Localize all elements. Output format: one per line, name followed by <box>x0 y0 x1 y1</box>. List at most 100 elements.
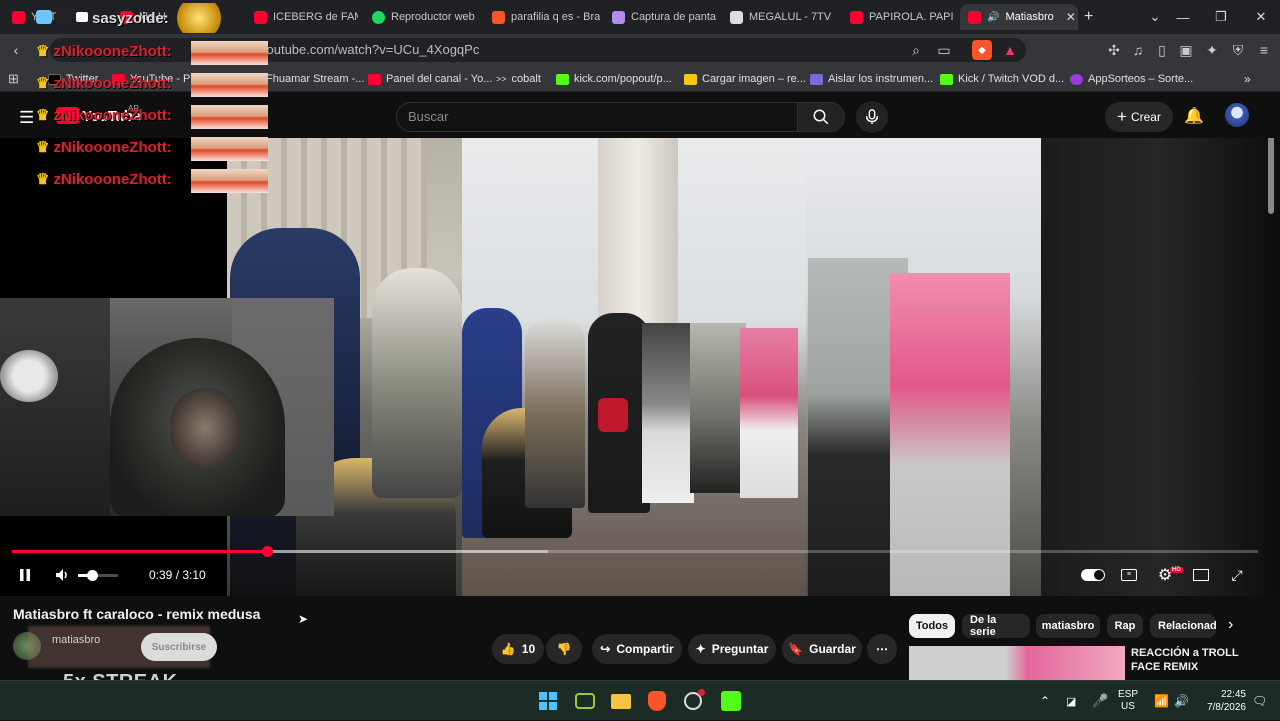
music-icon[interactable]: ♫ <box>1128 40 1148 60</box>
recommended-thumbnail[interactable] <box>909 646 1125 680</box>
restore-button[interactable]: ❐ <box>1202 0 1240 34</box>
recommended-title[interactable]: REACCIÓN a TROLL FACE REMIX <box>1131 646 1261 674</box>
channel-name[interactable]: matiasbro <box>52 634 100 646</box>
youtube-icon <box>850 10 863 24</box>
emote-icon <box>56 6 72 26</box>
dislike-button[interactable]: 👎 <box>546 634 582 664</box>
close-window-button[interactable]: ✕ <box>1242 0 1280 34</box>
tab-matiasbro[interactable]: 🔊 Matiasbro ✕ <box>960 4 1078 30</box>
bookmark-aislar[interactable]: Aislar los instrumen... <box>810 70 933 88</box>
theater-mode-button[interactable] <box>1190 564 1212 586</box>
create-button[interactable]: + Crear <box>1105 102 1173 132</box>
language-indicator[interactable]: ESP US <box>1118 681 1138 721</box>
voice-search-button[interactable] <box>856 101 888 133</box>
tab-megalul[interactable]: MEGALUL - 7TV <box>722 4 838 30</box>
microphone-tray-icon[interactable]: 🎤 <box>1092 681 1108 721</box>
person-figure <box>642 323 694 503</box>
cast-icon[interactable]: ▭ <box>934 40 954 60</box>
badge-icon <box>36 10 52 24</box>
tray-app-icon[interactable]: ◪ <box>1066 681 1076 721</box>
minimize-button[interactable]: — <box>1164 0 1202 34</box>
fullscreen-button[interactable]: ⤢ <box>1226 564 1248 586</box>
bookmark-cobalt[interactable]: >> cobalt <box>496 70 541 88</box>
hamburger-menu-icon[interactable]: ☰ <box>19 108 34 128</box>
windows-taskbar: ⌃ ◪ 🎤 ESP US 📶 🔊 22:45 7/8/2026 🗨 <box>0 680 1280 720</box>
7tv-icon <box>730 10 743 24</box>
speaker-icon: 🔊 <box>987 11 1000 23</box>
volume-knob[interactable] <box>87 570 98 581</box>
file-explorer-icon[interactable] <box>609 689 633 713</box>
notification-center-icon[interactable]: 🗨 <box>1252 681 1267 721</box>
bookmark-fhuamar[interactable]: Fhuamar Stream -... <box>266 70 364 88</box>
mute-button[interactable] <box>52 564 72 586</box>
pause-button[interactable] <box>14 564 36 586</box>
youtube-icon <box>968 10 981 24</box>
chip-series[interactable]: De la serie <box>962 614 1030 638</box>
time-display: 0:39 / 3:10 <box>149 568 206 582</box>
gallery-app-icon[interactable] <box>573 689 597 713</box>
vpn-icon[interactable]: ⛨ <box>1228 40 1248 60</box>
volume-slider[interactable] <box>78 570 118 581</box>
notifications-bell-icon[interactable]: 🔔 <box>1184 106 1204 126</box>
sidebar-icon[interactable]: ▯ <box>1152 40 1172 60</box>
wifi-icon[interactable]: 📶 <box>1154 681 1169 721</box>
tab-papirola[interactable]: PAPIROLA. PAPIR <box>842 4 954 30</box>
chevron-right-icon[interactable]: › <box>1228 616 1233 634</box>
clock[interactable]: 22:45 7/8/2026 <box>1202 681 1246 721</box>
wallet-icon[interactable]: ▣ <box>1176 40 1196 60</box>
extensions-icon[interactable]: ✣ <box>1104 40 1124 60</box>
save-button[interactable]: 🔖 Guardar <box>782 634 862 664</box>
chip-related[interactable]: Relacionado <box>1150 614 1216 638</box>
autoplay-toggle[interactable] <box>1080 564 1106 586</box>
crown-icon: ♛ <box>36 107 50 124</box>
more-actions-button[interactable]: ⋯ <box>867 634 897 664</box>
zoom-icon[interactable]: ⌕ <box>906 40 926 60</box>
bookmark-cargar-imagen[interactable]: Cargar imagen – re... <box>684 70 806 88</box>
bookmark-appsorteos[interactable]: AppSorteos – Sorte... <box>1070 70 1193 88</box>
thumbs-down-icon: 👎 <box>556 642 572 656</box>
apps-icon[interactable]: ⊞ <box>8 70 19 88</box>
brave-browser-icon[interactable] <box>645 689 669 713</box>
tab-parafilia[interactable]: parafilia q es - Bra <box>484 4 600 30</box>
app-icon[interactable] <box>681 689 705 713</box>
tab-iceberg[interactable]: ICEBERG de FAMO <box>246 4 358 30</box>
avatar[interactable] <box>1225 103 1249 127</box>
scrollbar-thumb[interactable] <box>1268 138 1274 214</box>
brave-shields-icon[interactable]: ◆ <box>972 40 992 60</box>
share-button[interactable]: ↪ Compartir <box>592 634 682 664</box>
leo-ai-icon[interactable]: ✦ <box>1202 40 1222 60</box>
kick-app-icon[interactable] <box>719 689 743 713</box>
more-icon: ⋯ <box>876 642 888 656</box>
progress-fill <box>12 550 268 553</box>
search-input[interactable]: Buscar <box>396 102 798 132</box>
chat-emote-image <box>191 137 268 161</box>
chip-rap[interactable]: Rap <box>1107 614 1143 638</box>
chat-emote-image <box>191 73 268 97</box>
ask-button[interactable]: ✦ Preguntar <box>688 634 776 664</box>
menu-icon[interactable]: ≡ <box>1254 40 1274 60</box>
chip-all[interactable]: Todos <box>909 614 955 638</box>
subtitles-button[interactable]: ≡ <box>1118 564 1140 586</box>
image-upload-icon <box>684 73 697 85</box>
brave-rewards-icon[interactable]: ▲ <box>1000 40 1020 60</box>
speaker-tray-icon[interactable]: 🔊 <box>1174 681 1189 721</box>
more-bookmarks-icon[interactable]: » <box>1244 70 1251 88</box>
bookmark-panel-canal[interactable]: Panel del canal - Yo... <box>368 70 492 88</box>
tab-captura[interactable]: Captura de panta <box>604 4 716 30</box>
tab-spotify[interactable]: Reproductor web <box>364 4 480 30</box>
show-hidden-icons[interactable]: ⌃ <box>1040 681 1050 721</box>
search-button[interactable] <box>797 102 845 132</box>
thumbs-up-icon: 👍 <box>500 642 516 656</box>
back-icon[interactable]: ‹ <box>6 40 26 60</box>
windows-logo-icon <box>539 692 557 710</box>
sparkle-icon: ✦ <box>695 642 706 656</box>
subscribe-button[interactable]: Suscribirse <box>141 633 217 661</box>
windows-start-icon[interactable] <box>536 689 560 713</box>
chip-matiasbro[interactable]: matiasbro <box>1036 614 1100 638</box>
seek-bar[interactable] <box>12 546 1258 557</box>
like-button[interactable]: 👍 10 <box>492 634 544 664</box>
bookmark-kick-popout[interactable]: kick.com/popout/p... <box>556 70 672 88</box>
new-tab-button[interactable]: + <box>1084 8 1093 26</box>
close-tab-icon[interactable]: ✕ <box>1066 10 1076 24</box>
bookmark-kick-twitch-vod[interactable]: Kick / Twitch VOD d... <box>940 70 1064 88</box>
